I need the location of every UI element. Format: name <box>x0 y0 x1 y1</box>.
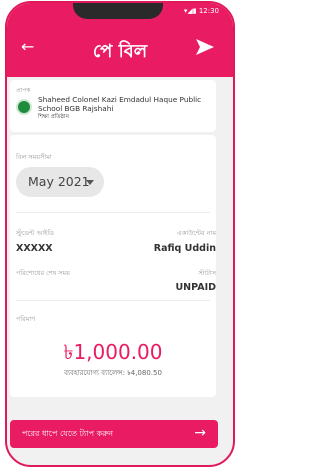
student-id-label: স্টুডেন্ট আইডি <box>16 229 55 237</box>
chevron-down-icon <box>86 180 94 185</box>
status-time: 12:30 <box>198 7 219 15</box>
arrow-right-icon: → <box>194 425 206 441</box>
student-id-value: XXXXX <box>16 243 53 254</box>
month-select-value: May 2021 <box>28 174 90 189</box>
recipient-label: প্রাপক <box>16 87 31 94</box>
available-balance: ব্যবহারযোগ্য ব্যালেন্স: ৳4,080.50 <box>64 369 162 377</box>
month-select[interactable]: May 2021 <box>16 167 104 197</box>
amount-label: পরিমাণ <box>16 315 36 323</box>
school-name: Shaheed Colonel Kazi Emdadul Haque Publi… <box>38 95 202 113</box>
status-bar: ▾◢▮ 12:30 <box>184 7 219 15</box>
school-logo <box>16 99 32 115</box>
school-type: শিক্ষা প্রতিষ্ঠান <box>38 114 69 120</box>
next-step-button[interactable]: পরের ধাপে যেতে ট্যাপ করুন → <box>10 420 218 448</box>
status-badge: UNPAID <box>175 282 216 293</box>
divider <box>16 300 210 301</box>
phone-notch <box>73 3 163 19</box>
bill-period-label: বিল সময়সীমা <box>16 153 52 161</box>
status-icons: ▾◢▮ <box>183 7 197 15</box>
divider <box>16 212 210 213</box>
status-label: স্টাটাস <box>198 269 216 277</box>
account-name-label: একাউন্টের নাম <box>176 229 216 237</box>
app-bar: ▾◢▮ 12:30 ← পে বিল <box>7 3 233 77</box>
next-step-label: পরের ধাপে যেতে ট্যাপ করুন <box>22 429 114 438</box>
send-icon[interactable] <box>195 38 215 56</box>
account-name-value: Rafiq Uddin <box>153 243 216 254</box>
payment-deadline-label: পরিশোধের শেষ সময় <box>16 269 70 277</box>
